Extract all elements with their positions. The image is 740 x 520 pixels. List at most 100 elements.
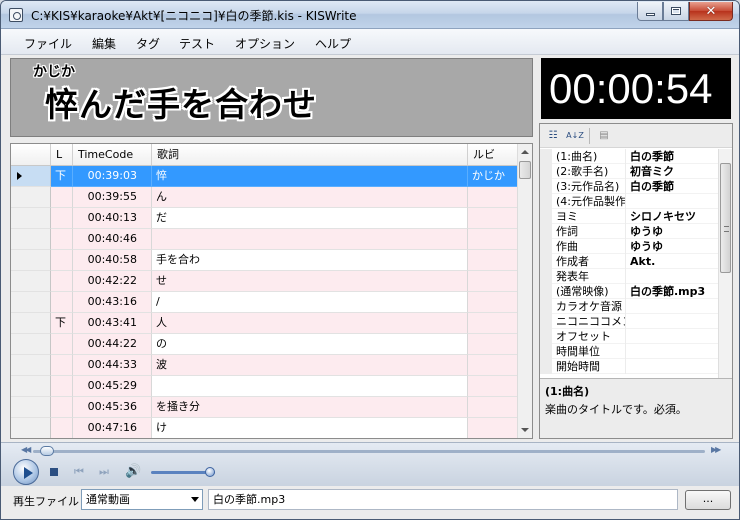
property-row[interactable]: (4:元作品製作 (540, 194, 718, 209)
property-row[interactable]: 作成者 Akt. (540, 254, 718, 269)
property-row[interactable]: 開始時間 (540, 359, 718, 374)
row-selector[interactable] (11, 313, 51, 334)
cell-l[interactable] (51, 271, 73, 292)
property-pages-icon[interactable]: ▤ (595, 128, 613, 144)
cell-lyric[interactable]: ん (152, 187, 468, 208)
menu-test[interactable]: テスト (179, 35, 215, 52)
property-name[interactable]: カラオケ音源 (556, 299, 626, 314)
property-row[interactable]: 時間単位 (540, 344, 718, 359)
row-selector[interactable] (11, 166, 51, 187)
property-value[interactable]: 初音ミク (630, 164, 674, 179)
scroll-thumb[interactable] (519, 161, 531, 179)
table-row[interactable]: 00:39:55 ん (11, 187, 519, 208)
volume-icon[interactable]: 🔊 (125, 464, 141, 479)
row-selector[interactable] (11, 292, 51, 313)
cell-lyric[interactable]: 波 (152, 355, 468, 376)
property-name[interactable]: 作成者 (556, 254, 626, 269)
cell-lyric[interactable]: だ (152, 208, 468, 229)
cell-ruby[interactable] (468, 292, 518, 313)
property-value[interactable]: 白の季節.mp3 (630, 284, 705, 299)
cell-timecode[interactable]: 00:40:13 (73, 208, 152, 229)
categorized-view-icon[interactable]: ☷ (544, 128, 562, 144)
browse-button[interactable]: ... (685, 490, 731, 510)
next-icon[interactable]: ⏭ (99, 465, 109, 479)
property-row[interactable]: (3:元作品名) 白の季節 (540, 179, 718, 194)
cell-ruby[interactable] (468, 418, 518, 438)
cell-timecode[interactable]: 00:45:36 (73, 397, 152, 418)
maximize-button[interactable] (663, 2, 689, 21)
cell-timecode[interactable]: 00:47:16 (73, 418, 152, 438)
cell-lyric[interactable]: 悴 (152, 166, 468, 187)
row-selector[interactable] (11, 355, 51, 376)
property-row[interactable]: (通常映像) 白の季節.mp3 (540, 284, 718, 299)
row-selector[interactable] (11, 418, 51, 438)
cell-timecode[interactable]: 00:39:55 (73, 187, 152, 208)
minimize-button[interactable] (637, 2, 663, 21)
property-row[interactable]: オフセット (540, 329, 718, 344)
cell-timecode[interactable]: 00:44:22 (73, 334, 152, 355)
property-name[interactable]: ヨミ (556, 209, 626, 224)
property-name[interactable]: 作曲 (556, 239, 626, 254)
cell-l[interactable] (51, 208, 73, 229)
cell-timecode[interactable]: 00:39:03 (73, 166, 152, 187)
cell-timecode[interactable]: 00:45:29 (73, 376, 152, 397)
table-row[interactable]: 00:42:22 せ (11, 271, 519, 292)
table-row[interactable]: 00:40:13 だ (11, 208, 519, 229)
scroll-down-icon[interactable] (521, 428, 529, 432)
cell-ruby[interactable] (468, 376, 518, 397)
property-name[interactable]: ニコニココメント (556, 314, 626, 329)
property-scrollbar[interactable] (718, 149, 732, 378)
row-selector[interactable] (11, 250, 51, 271)
table-row[interactable]: 00:43:16/ (11, 292, 519, 313)
row-selector[interactable] (11, 187, 51, 208)
cell-l[interactable] (51, 334, 73, 355)
property-row[interactable]: カラオケ音源 (540, 299, 718, 314)
alphabetical-sort-icon[interactable]: A↓Z (566, 128, 584, 144)
volume-thumb[interactable] (205, 467, 216, 477)
header-timecode[interactable]: TimeCode (73, 144, 152, 165)
table-row[interactable]: 00:44:33 波 (11, 355, 519, 376)
play-button[interactable] (13, 459, 39, 485)
cell-lyric[interactable]: の (152, 334, 468, 355)
row-selector[interactable] (11, 229, 51, 250)
cell-ruby[interactable] (468, 313, 518, 334)
stop-button[interactable] (50, 468, 58, 476)
cell-ruby[interactable] (468, 397, 518, 418)
menu-edit[interactable]: 編集 (92, 35, 116, 52)
cell-timecode[interactable]: 00:40:58 (73, 250, 152, 271)
row-selector[interactable] (11, 397, 51, 418)
table-row[interactable]: 00:44:22 の (11, 334, 519, 355)
property-scroll-thumb[interactable] (720, 163, 731, 273)
grid-scrollbar[interactable] (517, 144, 532, 438)
close-button[interactable]: ✕ (689, 2, 733, 21)
property-value[interactable]: シロノキセツ (630, 209, 696, 224)
menu-options[interactable]: オプション (235, 35, 295, 52)
cell-l[interactable] (51, 397, 73, 418)
property-name[interactable]: 時間単位 (556, 344, 626, 359)
cell-l[interactable] (51, 250, 73, 271)
property-row[interactable]: 作詞 ゆうゆ (540, 224, 718, 239)
table-row[interactable]: 00:40:58 手を合わ (11, 250, 519, 271)
property-name[interactable]: (2:歌手名) (556, 164, 626, 179)
cell-l[interactable] (51, 187, 73, 208)
file-path-field[interactable]: 白の季節.mp3 (208, 489, 678, 510)
menu-file[interactable]: ファイル (24, 35, 72, 52)
table-row[interactable]: 00:45:36 を掻き分 (11, 397, 519, 418)
cell-timecode[interactable]: 00:43:16 (73, 292, 152, 313)
property-row[interactable]: ヨミ シロノキセツ (540, 209, 718, 224)
property-name[interactable]: (通常映像) (556, 284, 626, 299)
cell-ruby[interactable] (468, 250, 518, 271)
property-name[interactable]: (4:元作品製作 (556, 194, 626, 209)
cell-l[interactable]: 下 (51, 166, 73, 187)
cell-lyric[interactable] (152, 376, 468, 397)
cell-ruby[interactable]: かじか (468, 166, 518, 187)
cell-timecode[interactable]: 00:40:46 (73, 229, 152, 250)
cell-lyric[interactable]: 手を合わ (152, 250, 468, 271)
property-row[interactable]: (2:歌手名) 初音ミク (540, 164, 718, 179)
property-name[interactable]: (3:元作品名) (556, 179, 626, 194)
table-row[interactable]: 00:40:46 (11, 229, 519, 250)
property-value[interactable]: Akt. (630, 254, 655, 269)
table-row[interactable]: 下 00:43:41 人 (11, 313, 519, 334)
property-value[interactable]: ゆうゆ (630, 239, 663, 254)
cell-l[interactable] (51, 418, 73, 438)
